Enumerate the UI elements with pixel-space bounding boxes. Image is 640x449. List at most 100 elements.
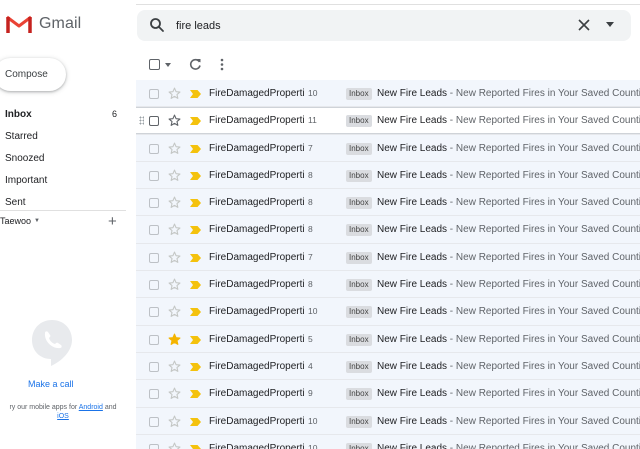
inbox-label-chip[interactable]: Inbox <box>346 224 372 237</box>
inbox-label-chip[interactable]: Inbox <box>346 142 372 155</box>
inbox-label-chip[interactable]: Inbox <box>346 415 372 428</box>
email-subject-line: New Fire Leads - New Reported Fires in Y… <box>377 361 640 372</box>
email-snippet: - New Reported Fires in Your Saved Count… <box>447 224 640 236</box>
important-marker-icon[interactable] <box>190 417 201 426</box>
important-marker-icon[interactable] <box>190 117 201 126</box>
email-row[interactable]: FireDamagedProperti. 10 Inbox New Fire Lead… <box>136 434 640 449</box>
select-options-caret-icon[interactable] <box>165 63 171 67</box>
email-row[interactable]: FireDamagedProperti. 8 Inbox New Fire Leads… <box>136 216 640 244</box>
row-checkbox[interactable] <box>149 307 159 318</box>
email-row[interactable]: FireDamagedProperti. 7 Inbox New Fire Leads… <box>136 134 640 162</box>
clear-search-icon[interactable] <box>578 19 590 31</box>
important-marker-icon[interactable] <box>190 308 201 317</box>
star-icon[interactable] <box>168 114 181 127</box>
make-a-call-link[interactable]: Make a call <box>28 379 74 389</box>
important-marker-icon[interactable] <box>190 199 201 208</box>
search-bar[interactable] <box>137 10 631 41</box>
row-checkbox[interactable] <box>149 198 159 209</box>
inbox-label-chip[interactable]: Inbox <box>346 169 372 182</box>
row-checkbox[interactable] <box>149 389 159 400</box>
drag-handle-icon[interactable] <box>139 116 144 126</box>
inbox-label-chip[interactable]: Inbox <box>346 360 372 373</box>
ios-link[interactable]: iOS <box>57 413 69 420</box>
email-row[interactable]: FireDamagedProperti. 11 Inbox New Fire Lead… <box>136 107 640 135</box>
email-row[interactable]: FireDamagedProperti. 8 Inbox New Fire Leads… <box>136 161 640 190</box>
row-checkbox[interactable] <box>149 252 159 263</box>
star-icon[interactable] <box>168 142 181 155</box>
star-icon[interactable] <box>168 251 181 264</box>
compose-button[interactable]: Compose <box>0 58 66 91</box>
email-row[interactable]: FireDamagedProperti. 7 Inbox New Fire Leads… <box>136 243 640 272</box>
search-input[interactable] <box>176 16 556 35</box>
email-row[interactable]: FireDamagedProperti. 8 Inbox New Fire Leads… <box>136 271 640 299</box>
row-checkbox[interactable] <box>149 116 159 127</box>
new-conversation-plus-icon[interactable]: + <box>108 214 117 230</box>
star-icon[interactable] <box>168 196 181 209</box>
thread-count: 7 <box>308 251 313 262</box>
star-icon[interactable] <box>168 387 181 400</box>
email-row[interactable]: FireDamagedProperti. 10 Inbox New Fire Lead… <box>136 407 640 435</box>
row-checkbox[interactable] <box>149 334 159 345</box>
inbox-label-chip[interactable]: Inbox <box>346 279 372 292</box>
star-icon[interactable] <box>168 442 181 449</box>
row-checkbox[interactable] <box>149 89 159 99</box>
email-row[interactable]: FireDamagedProperti. 8 Inbox New Fire Leads… <box>136 189 640 217</box>
app-name: Gmail <box>39 15 82 32</box>
search-options-caret-icon[interactable] <box>606 22 614 27</box>
email-row[interactable]: FireDamagedProperti. 4 Inbox New Fire Leads… <box>136 352 640 381</box>
sidebar-item-important[interactable]: Important <box>0 169 126 191</box>
important-marker-icon[interactable] <box>190 171 201 180</box>
important-marker-icon[interactable] <box>190 444 201 449</box>
mobile-apps-text: ry our mobile apps for <box>9 404 78 411</box>
email-row[interactable]: FireDamagedProperti. 10 Inbox New Fire Lead… <box>136 298 640 326</box>
select-all-checkbox[interactable] <box>149 59 160 70</box>
more-options-icon[interactable] <box>220 58 224 71</box>
row-checkbox[interactable] <box>149 225 159 236</box>
inbox-label-chip[interactable]: Inbox <box>346 333 372 346</box>
star-icon[interactable] <box>168 278 181 291</box>
inbox-label-chip[interactable]: Inbox <box>346 251 372 264</box>
star-icon[interactable] <box>168 87 181 100</box>
android-link[interactable]: Android <box>79 404 103 411</box>
important-marker-icon[interactable] <box>190 253 201 262</box>
sidebar-item-starred[interactable]: Starred <box>0 125 126 147</box>
email-sender: FireDamagedProperti. <box>209 442 305 449</box>
refresh-icon[interactable] <box>189 58 202 71</box>
inbox-label-chip[interactable]: Inbox <box>346 88 372 100</box>
inbox-label-chip[interactable]: Inbox <box>346 115 372 128</box>
star-icon[interactable] <box>168 415 181 428</box>
important-marker-icon[interactable] <box>190 90 201 98</box>
user-dropdown-icon[interactable]: ▼ <box>34 218 40 224</box>
row-checkbox[interactable] <box>149 143 159 154</box>
sidebar-item-snoozed[interactable]: Snoozed <box>0 147 126 169</box>
star-icon[interactable] <box>168 333 181 346</box>
star-icon[interactable] <box>168 305 181 318</box>
star-icon[interactable] <box>168 223 181 236</box>
email-row[interactable]: FireDamagedProperti. 9 Inbox New Fire Leads… <box>136 380 640 408</box>
sidebar-item-inbox[interactable]: Inbox 6 <box>0 103 126 125</box>
row-checkbox[interactable] <box>149 280 159 291</box>
row-checkbox[interactable] <box>149 361 159 372</box>
email-subject: New Fire Leads <box>377 333 448 345</box>
inbox-label-chip[interactable]: Inbox <box>346 306 372 319</box>
email-row[interactable]: FireDamagedProperti. 5 Inbox New Fire Leads… <box>136 325 640 353</box>
inbox-label-chip[interactable]: Inbox <box>346 388 372 401</box>
hangouts-user[interactable]: Taewoo ▼ <box>0 216 40 226</box>
important-marker-icon[interactable] <box>190 335 201 344</box>
inbox-label-chip[interactable]: Inbox <box>346 442 372 449</box>
important-marker-icon[interactable] <box>190 144 201 153</box>
search-icon[interactable] <box>149 17 165 33</box>
important-marker-icon[interactable] <box>190 226 201 235</box>
row-checkbox[interactable] <box>149 443 159 449</box>
gmail-logo[interactable]: Gmail <box>6 14 81 34</box>
important-marker-icon[interactable] <box>190 362 201 371</box>
important-marker-icon[interactable] <box>190 281 201 290</box>
email-sender: FireDamagedProperti. <box>209 197 305 209</box>
inbox-label-chip[interactable]: Inbox <box>346 197 372 210</box>
row-checkbox[interactable] <box>149 170 159 181</box>
star-icon[interactable] <box>168 360 181 373</box>
row-checkbox[interactable] <box>149 416 159 427</box>
important-marker-icon[interactable] <box>190 390 201 399</box>
star-icon[interactable] <box>168 169 181 182</box>
email-row[interactable]: FireDamagedProperti. 10 Inbox New Fire Lead… <box>136 80 640 108</box>
